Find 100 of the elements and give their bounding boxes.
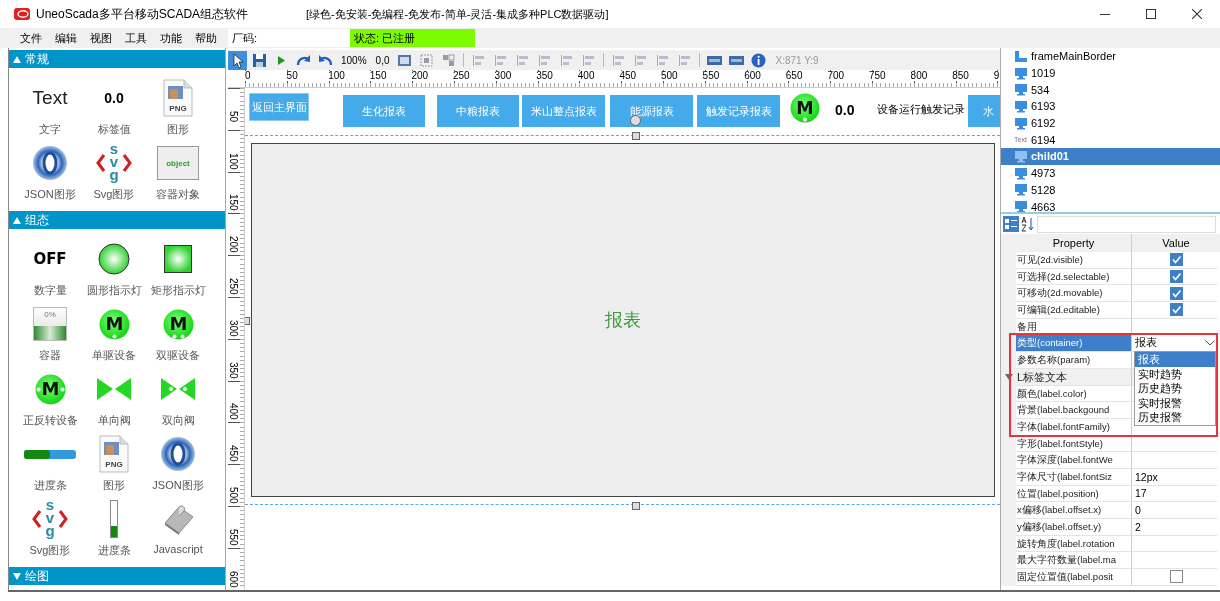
ruler-label: 50 [228,110,238,122]
palette-item-label[interactable]: 圆形指示灯 [86,283,142,298]
motor-icon: M [98,308,130,340]
menu-item[interactable]: 编辑 [49,28,84,48]
property-name[interactable]: x偏移(label.offset.x) [1016,502,1132,519]
ruler-label: 200 [411,71,429,81]
property-value: 12px [1135,470,1158,483]
palette-item-label[interactable]: 单驱设备 [92,348,136,363]
property-name[interactable]: 位置(label.position) [1016,485,1132,503]
palette-item-label[interactable]: 正反转设备 [22,413,78,428]
property-name[interactable]: 最大字符数量(label.ma [1016,552,1132,570]
column-header: Value [1161,236,1191,251]
tree-item[interactable]: 1019 [1001,64,1220,82]
property-name[interactable]: 参数名称(param) [1016,352,1132,369]
section-title: 常规 [25,50,49,68]
property-name[interactable]: 可移动(2d.movable) [1016,285,1132,303]
value-text: 0.0 [835,102,855,118]
palette-item-label[interactable]: 文字 [39,122,61,137]
ruler-label: 650 [785,71,803,81]
property-name[interactable]: 字体尺寸(label.fontSiz [1016,468,1132,486]
type-select[interactable]: 报表 [1135,336,1217,351]
ruler-label: 800 [910,71,928,81]
tree-item[interactable]: frameMainBorder [1001,48,1220,65]
tree-item-label[interactable]: 534 [1031,83,1050,96]
dropdown-option[interactable]: 报表 [1135,352,1215,367]
palette-item-label[interactable]: 图形 [103,478,125,493]
tree-item-label[interactable]: 1019 [1031,67,1056,80]
tree-item[interactable]: 6192 [1001,114,1220,132]
tree-item-label[interactable]: frameMainBorder [1031,50,1116,63]
image-file-icon: PNG [99,435,129,473]
ruler-label: 50 [286,71,298,81]
dropdown-option[interactable]: 历史报警 [1135,410,1215,425]
tree-item-label[interactable]: 5128 [1031,183,1056,196]
ruler-label: 500 [228,487,238,504]
tree-item-label[interactable]: 4973 [1031,167,1056,180]
menu-item[interactable]: 功能 [154,28,189,48]
property-name[interactable]: y偏移(label.offset.y) [1016,519,1132,536]
property-name[interactable]: 旋转角度(label.rotation [1016,535,1132,553]
tree-item[interactable]: 5128 [1001,181,1220,199]
palette-item-label[interactable]: JSON图形 [152,478,204,493]
tree-item-label[interactable]: child01 [1031,150,1069,163]
object-sample: object [157,146,199,180]
palette-item-label[interactable]: 数字量 [33,283,67,298]
dropdown-option[interactable]: 历史趋势 [1135,381,1215,396]
property-name[interactable]: 字体深度(label.fontWe [1016,452,1132,469]
menu-item[interactable]: 工具 [119,28,154,48]
palette-item-label[interactable]: JSON图形 [24,187,76,202]
dropdown-option[interactable]: 实时报警 [1135,395,1215,411]
palette-item-label[interactable]: 进度条 [33,478,67,493]
ruler-label: 500 [661,71,678,81]
property-name[interactable]: 可编辑(2d.editable) [1016,302,1132,319]
palette-item-label[interactable]: 进度条 [97,543,131,558]
property-name[interactable]: 字体(label.fontFamily) [1016,418,1132,436]
ruler-label: 700 [827,71,845,81]
ruler-label: 100 [228,152,238,170]
property-name[interactable]: 颜色(label.color) [1016,385,1132,403]
palette-item-label[interactable]: 单向阀 [97,413,131,428]
ruler-label: 150 [228,194,238,212]
menu-item[interactable]: 视图 [84,28,119,48]
palette-item-label[interactable]: 双向阀 [161,413,195,428]
ruler-label: 350 [228,361,238,379]
ruler-label: 350 [536,71,553,81]
tree-item-label[interactable]: 6194 [1031,133,1056,146]
palette-item-label[interactable]: 双驱设备 [156,348,200,363]
menu-item[interactable]: 帮助 [189,28,224,48]
tree-item[interactable]: 4663 [1001,198,1220,212]
menu-item[interactable]: 文件 [14,28,49,48]
select-value: 报表 [1135,336,1157,351]
dropdown-option[interactable]: 实时趋势 [1135,366,1215,382]
property-name[interactable]: 固定位置值(label.posit [1016,569,1132,586]
zoom-text: 0,0 [374,54,391,66]
property-name[interactable]: 可见(2d.visible) [1016,252,1132,269]
property-name[interactable]: 类型(container) [1016,335,1132,353]
palette-item-label[interactable]: Svg图形 [29,543,71,558]
tree-item-label[interactable]: 6192 [1031,117,1056,130]
ruler-label: 400 [228,403,238,421]
ruler-label: 200 [228,236,238,253]
section-title: 组态 [25,211,49,229]
palette-item-label[interactable]: Svg图形 [93,187,135,202]
tree-item[interactable]: 4973 [1001,164,1220,182]
property-name[interactable]: 字形(label.fontStyle) [1016,435,1132,453]
tree-item[interactable]: 6193 [1001,98,1220,115]
tree-item-label[interactable]: 4663 [1031,200,1056,212]
palette-item-label[interactable]: Javascript [153,543,203,555]
coordinates-text: X:871 Y:9 [774,54,819,66]
palette-item-label[interactable]: 图形 [167,122,189,137]
property-name[interactable]: 可选择(2d.selectable) [1016,268,1132,286]
tree-item[interactable]: 534 [1001,81,1220,99]
tree-item-label[interactable]: 6193 [1031,100,1056,113]
palette-item-label[interactable]: 标签值 [97,122,131,137]
tank-sample: 0% [33,307,67,341]
property-name[interactable]: 背景(label.backgound [1016,402,1132,419]
ruler-label: 600 [228,570,238,588]
ruler-label: 250 [228,278,238,295]
palette-item-label[interactable]: 容器 [39,348,61,363]
tree-item[interactable]: child01 [1001,148,1220,165]
factory-code-field[interactable]: 厂码: [228,29,350,47]
palette-item-label[interactable]: 矩形指示灯 [150,283,206,298]
palette-item-label[interactable]: 容器对象 [156,187,200,202]
ruler-label: 850 [952,71,969,81]
